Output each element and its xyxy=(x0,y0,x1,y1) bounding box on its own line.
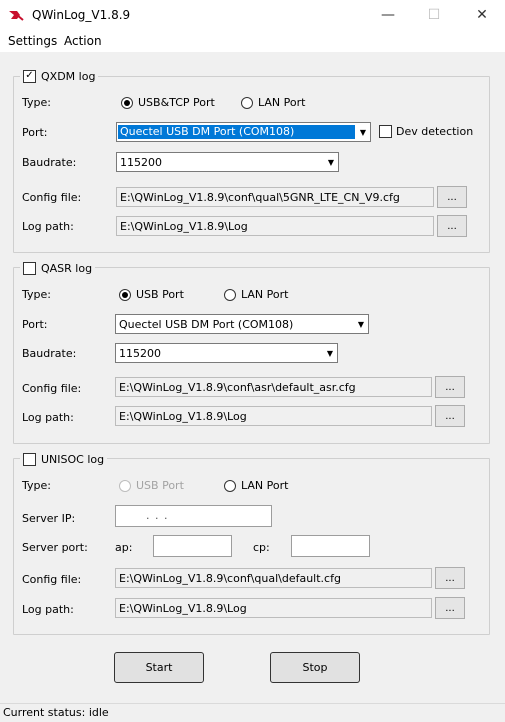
unisoc-usb-radio[interactable] xyxy=(119,480,131,492)
menu-action[interactable]: Action xyxy=(64,34,102,48)
qasr-port-label: Port: xyxy=(22,318,48,331)
qxdm-config-field[interactable]: E:\QWinLog_V1.8.9\conf\qual\5GNR_LTE_CN_… xyxy=(116,187,434,207)
unisoc-server-ip-input[interactable]: . . . xyxy=(115,505,272,527)
qxdm-baud-label: Baudrate: xyxy=(22,156,77,169)
qxdm-type-label: Type: xyxy=(22,96,51,109)
qasr-usb-label: USB Port xyxy=(136,288,184,301)
qxdm-port-label: Port: xyxy=(22,126,48,139)
qasr-log-label: Log path: xyxy=(22,411,74,424)
unisoc-cp-label: cp: xyxy=(253,541,270,554)
close-icon[interactable]: ✕ xyxy=(459,0,505,30)
qasr-config-field[interactable]: E:\QWinLog_V1.8.9\conf\asr\default_asr.c… xyxy=(115,377,432,397)
window-title: QWinLog_V1.8.9 xyxy=(32,8,131,22)
qxdm-log-field[interactable]: E:\QWinLog_V1.8.9\Log xyxy=(116,216,434,236)
qasr-enable-checkbox[interactable] xyxy=(23,261,36,275)
status-text: Current status: idle xyxy=(3,706,109,719)
start-button[interactable]: Start xyxy=(114,652,204,683)
unisoc-log-field[interactable]: E:\QWinLog_V1.8.9\Log xyxy=(115,598,432,618)
qasr-lan-radio[interactable] xyxy=(224,289,236,301)
qasr-baud-value: 115200 xyxy=(119,346,161,360)
unisoc-lan-label: LAN Port xyxy=(241,479,289,492)
qxdm-enable-checkbox[interactable]: ✓ xyxy=(23,69,36,83)
stop-button[interactable]: Stop xyxy=(270,652,360,683)
app-logo-icon xyxy=(9,11,24,21)
qasr-baud-label: Baudrate: xyxy=(22,347,77,360)
qasr-type-label: Type: xyxy=(22,288,51,301)
status-bar: Current status: idle xyxy=(0,703,505,722)
qxdm-port-select[interactable]: Quectel USB DM Port (COM108) ▼ xyxy=(116,122,371,142)
qasr-config-browse-button[interactable]: ... xyxy=(435,376,465,398)
qxdm-baud-value: 115200 xyxy=(120,155,162,169)
unisoc-title: UNISOC log xyxy=(41,452,105,466)
qxdm-config-label: Config file: xyxy=(22,191,82,204)
dev-detection-label: Dev detection xyxy=(396,125,474,138)
qasr-usb-radio[interactable] xyxy=(119,289,131,301)
unisoc-cp-input[interactable] xyxy=(291,535,370,557)
chevron-down-icon: ▼ xyxy=(359,127,367,137)
qxdm-lan-radio[interactable] xyxy=(241,97,253,109)
unisoc-log-label: Log path: xyxy=(22,603,74,616)
qasr-baud-select[interactable]: 115200 ▼ xyxy=(115,343,338,363)
unisoc-server-ip-label: Server IP: xyxy=(22,512,76,525)
unisoc-lan-radio[interactable] xyxy=(224,480,236,492)
minimize-icon[interactable]: — xyxy=(365,0,411,30)
qasr-port-value: Quectel USB DM Port (COM108) xyxy=(119,317,294,331)
unisoc-server-port-label: Server port: xyxy=(22,541,88,554)
chevron-down-icon: ▼ xyxy=(326,348,334,358)
qasr-log-field[interactable]: E:\QWinLog_V1.8.9\Log xyxy=(115,406,432,426)
qxdm-port-value: Quectel USB DM Port (COM108) xyxy=(118,125,355,139)
qxdm-log-browse-button[interactable]: ... xyxy=(437,215,467,237)
qxdm-baud-select[interactable]: 115200 ▼ xyxy=(116,152,339,172)
unisoc-enable-checkbox[interactable] xyxy=(23,452,36,466)
unisoc-ap-input[interactable] xyxy=(153,535,232,557)
menu-bar: Settings Action xyxy=(0,30,505,52)
unisoc-header: UNISOC log xyxy=(20,451,108,467)
qxdm-usb-tcp-radio[interactable] xyxy=(121,97,133,109)
menu-settings[interactable]: Settings xyxy=(8,34,57,48)
unisoc-usb-label: USB Port xyxy=(136,479,184,492)
qasr-title: QASR log xyxy=(41,261,93,275)
dev-detection-checkbox[interactable] xyxy=(379,125,392,138)
qxdm-title: QXDM log xyxy=(41,69,96,83)
unisoc-config-browse-button[interactable]: ... xyxy=(435,567,465,589)
qasr-log-browse-button[interactable]: ... xyxy=(435,405,465,427)
qxdm-usb-tcp-label: USB&TCP Port xyxy=(138,96,215,109)
unisoc-config-field[interactable]: E:\QWinLog_V1.8.9\conf\qual\default.cfg xyxy=(115,568,432,588)
qxdm-header: ✓ QXDM log xyxy=(20,68,99,84)
qasr-port-select[interactable]: Quectel USB DM Port (COM108) ▼ xyxy=(115,314,369,334)
unisoc-config-label: Config file: xyxy=(22,573,82,586)
unisoc-type-label: Type: xyxy=(22,479,51,492)
title-bar: QWinLog_V1.8.9 — ☐ ✕ xyxy=(0,0,505,30)
chevron-down-icon: ▼ xyxy=(327,157,335,167)
qxdm-log-label: Log path: xyxy=(22,220,74,233)
chevron-down-icon: ▼ xyxy=(357,319,365,329)
maximize-icon[interactable]: ☐ xyxy=(411,0,457,30)
qasr-header: QASR log xyxy=(20,260,96,276)
qxdm-lan-label: LAN Port xyxy=(258,96,306,109)
unisoc-log-browse-button[interactable]: ... xyxy=(435,597,465,619)
qasr-lan-label: LAN Port xyxy=(241,288,289,301)
qasr-config-label: Config file: xyxy=(22,382,82,395)
qxdm-config-browse-button[interactable]: ... xyxy=(437,186,467,208)
unisoc-ap-label: ap: xyxy=(115,541,133,554)
